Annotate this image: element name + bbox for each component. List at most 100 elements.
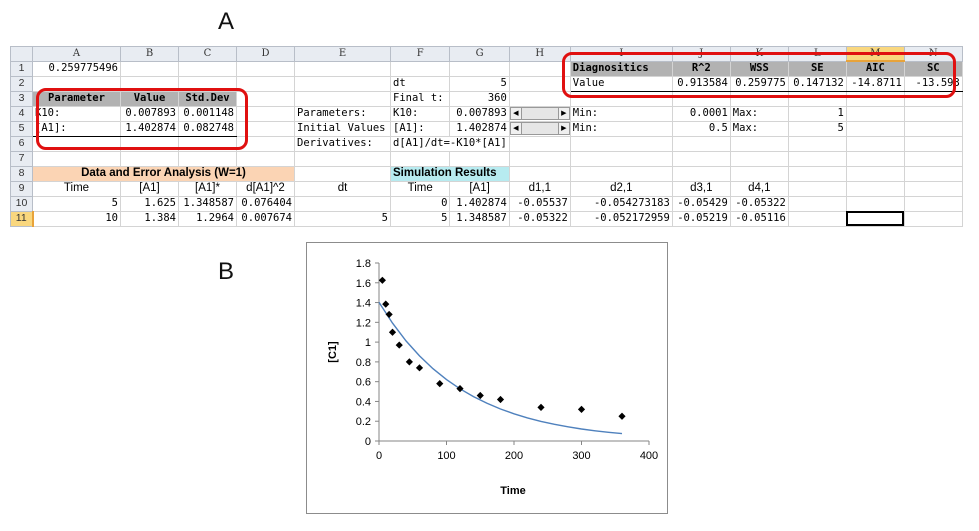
cell-b10[interactable]: 1.625 [120, 195, 179, 212]
cell-g10[interactable]: 1.402874 [449, 195, 510, 212]
cell-i8[interactable] [569, 165, 673, 182]
cell-k3[interactable] [729, 90, 789, 107]
row-header[interactable]: 4 [10, 105, 33, 122]
select-all-corner[interactable] [10, 46, 33, 62]
row-header[interactable]: 7 [10, 150, 33, 167]
cell-j7[interactable] [671, 150, 731, 167]
column-header-f[interactable]: F [389, 46, 451, 62]
scroll-left-arrow-icon[interactable]: ◀ [510, 122, 522, 135]
cell-k8[interactable] [729, 165, 789, 182]
cell-j5[interactable]: 0.5 [671, 120, 731, 137]
cell-c4[interactable]: 0.001148 [178, 105, 237, 122]
cell-l8[interactable] [787, 165, 847, 182]
cell-b1[interactable] [120, 60, 179, 77]
cell-g4[interactable]: 0.007893 [449, 105, 510, 122]
cell-d9[interactable]: d[A1]^2 [236, 180, 295, 197]
cell-j10[interactable]: -0.05429 [671, 195, 731, 212]
cell-k2[interactable]: 0.259775 [729, 75, 789, 92]
scroll-left-arrow-icon[interactable]: ◀ [510, 107, 522, 120]
cell-c3[interactable]: Std.Dev [178, 90, 237, 107]
cell-j6[interactable] [671, 135, 731, 152]
cell-d6[interactable] [236, 135, 295, 152]
cell-k4[interactable]: Max: [729, 105, 789, 122]
cell-n6[interactable] [903, 135, 963, 152]
cell-l9[interactable] [787, 180, 847, 197]
cell-d4[interactable] [236, 105, 295, 122]
cell-g5[interactable]: 1.402874 [449, 120, 510, 137]
cell-l1[interactable]: SE [787, 60, 847, 77]
active-cell-m11[interactable] [845, 210, 905, 227]
row-header[interactable]: 5 [10, 120, 33, 137]
cell-g9[interactable]: [A1] [449, 180, 510, 197]
row-header[interactable]: 6 [10, 135, 33, 152]
cell-c10[interactable]: 1.348587 [178, 195, 237, 212]
cell-f5[interactable]: [A1]: [389, 120, 451, 137]
column-header-h[interactable]: H [508, 46, 571, 62]
cell-d3[interactable] [236, 90, 295, 107]
cell-n5[interactable] [903, 120, 963, 137]
cell-c1[interactable] [178, 60, 237, 77]
cell-e1[interactable] [294, 60, 391, 77]
cell-i9[interactable]: d2,1 [569, 180, 673, 197]
cell-c5[interactable]: 0.082748 [178, 120, 237, 137]
cell-a6[interactable] [32, 135, 121, 152]
cell-d7[interactable] [236, 150, 295, 167]
cell-j2[interactable]: 0.913584 [671, 75, 731, 92]
cell-d5[interactable] [236, 120, 295, 137]
data-error-analysis-header[interactable]: Data and Error Analysis (W=1) [32, 165, 295, 182]
cell-a9[interactable]: Time [32, 180, 121, 197]
cell-f4[interactable]: K10: [389, 105, 451, 122]
scroll-right-arrow-icon[interactable]: ▶ [557, 122, 570, 135]
cell-n4[interactable] [903, 105, 963, 122]
cell-a11[interactable]: 10 [32, 210, 121, 227]
cell-n9[interactable] [903, 180, 963, 197]
row-header[interactable]: 3 [10, 90, 33, 107]
cell-k11[interactable]: -0.05116 [729, 210, 789, 227]
scroll-track[interactable] [521, 107, 558, 120]
cell-g7[interactable] [449, 150, 510, 167]
cell-i5[interactable]: Min: [569, 120, 673, 137]
cell-h8[interactable] [508, 165, 571, 182]
cell-e4[interactable]: Parameters: [294, 105, 391, 122]
cell-m2[interactable]: -14.8711 [845, 75, 905, 92]
cell-i6[interactable] [569, 135, 673, 152]
cell-h1[interactable] [508, 60, 571, 77]
cell-g1[interactable] [449, 60, 510, 77]
cell-n3[interactable] [903, 90, 963, 107]
cell-j3[interactable] [671, 90, 731, 107]
row-header[interactable]: 2 [10, 75, 33, 92]
row-header[interactable]: 11 [10, 210, 34, 227]
cell-k5[interactable]: Max: [729, 120, 789, 137]
cell-b6[interactable] [120, 135, 179, 152]
cell-c2[interactable] [178, 75, 237, 92]
cell-e6[interactable]: Derivatives: [294, 135, 391, 152]
row-header[interactable]: 9 [10, 180, 33, 197]
scroll-track[interactable] [521, 122, 558, 135]
cell-d2[interactable] [236, 75, 295, 92]
cell-b2[interactable] [120, 75, 179, 92]
cell-i11[interactable]: -0.052172959 [569, 210, 673, 227]
row-header[interactable]: 10 [10, 195, 33, 212]
cell-d1[interactable] [236, 60, 295, 77]
cell-l5[interactable]: 5 [787, 120, 847, 137]
cell-i10[interactable]: -0.054273183 [569, 195, 673, 212]
cell-g2[interactable]: 5 [449, 75, 510, 92]
column-header-c[interactable]: C [178, 46, 237, 62]
cell-h10[interactable]: -0.05537 [508, 195, 571, 212]
k10-scrollbar[interactable]: ◀ ▶ [510, 107, 570, 120]
cell-f6[interactable]: d[A1]/dt=-K10*[A1] [390, 135, 510, 152]
cell-m9[interactable] [845, 180, 905, 197]
row-header[interactable]: 8 [10, 165, 33, 182]
cell-j1[interactable]: R^2 [671, 60, 731, 77]
cell-l2[interactable]: 0.147132 [787, 75, 847, 92]
column-header-d[interactable]: D [236, 46, 295, 62]
column-header-n[interactable]: N [903, 46, 963, 62]
cell-e11[interactable]: 5 [294, 210, 391, 227]
simulation-results-header[interactable]: Simulation Results [390, 165, 510, 182]
cell-b9[interactable]: [A1] [120, 180, 179, 197]
cell-n10[interactable] [903, 195, 963, 212]
column-header-b[interactable]: B [120, 46, 179, 62]
cell-m6[interactable] [845, 135, 905, 152]
cell-c11[interactable]: 1.2964 [178, 210, 237, 227]
cell-i1[interactable]: Diagnositics [569, 60, 673, 77]
